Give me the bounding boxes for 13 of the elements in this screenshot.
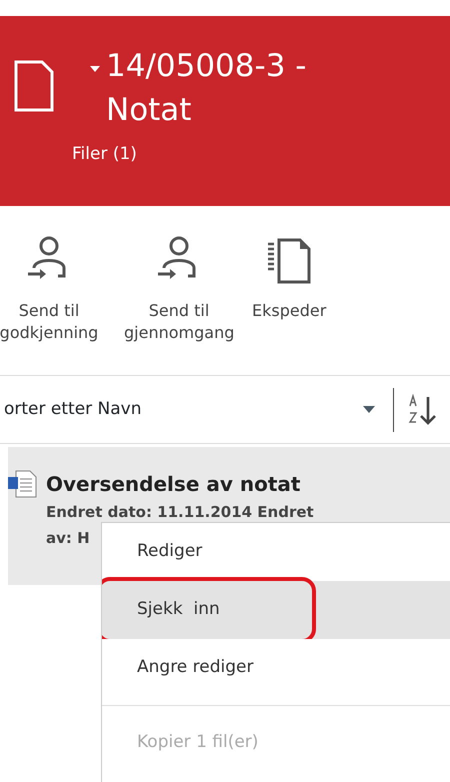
dropdown-caret-icon[interactable] xyxy=(363,406,375,413)
toolbar-button[interactable]: Send til godkjenning xyxy=(0,236,104,375)
toolbar-button[interactable]: Send til gjennomgang xyxy=(124,236,234,375)
file-name: Oversendelse av notat xyxy=(46,471,300,498)
word-document-icon xyxy=(8,469,38,499)
document-icon xyxy=(14,60,54,112)
document-title: 14/05008-3 - Notat xyxy=(106,47,308,130)
toolbar-button[interactable]: Ekspeder xyxy=(252,236,326,375)
sort-az-icon[interactable] xyxy=(408,394,438,426)
caret-icon[interactable] xyxy=(90,66,100,72)
sort-dropdown[interactable]: orter etter Navn xyxy=(4,396,142,422)
document-list-icon xyxy=(266,236,312,284)
file-count: Filer (1) xyxy=(72,143,138,166)
